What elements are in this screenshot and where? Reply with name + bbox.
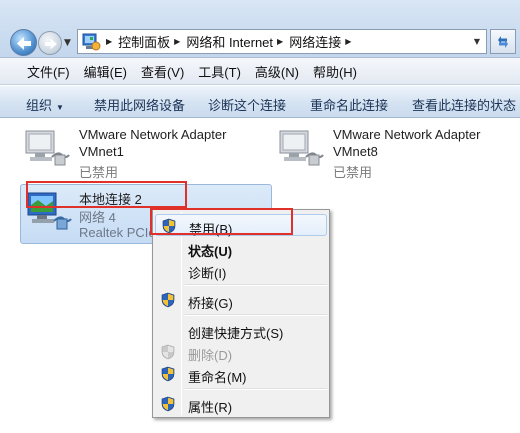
control-panel-icon xyxy=(80,31,102,53)
menu-file[interactable]: 文件(F) xyxy=(20,62,77,81)
menu-separator xyxy=(185,388,327,390)
menu-item-label: 属性(R) xyxy=(188,400,233,415)
recent-pages-dropdown[interactable]: ▼ xyxy=(64,38,71,48)
refresh-button[interactable] xyxy=(490,29,516,54)
uac-shield-icon xyxy=(161,344,175,360)
menu-item-bridge[interactable]: 桥接(G) xyxy=(155,289,327,311)
view-status-button[interactable]: 查看此连接的状态 xyxy=(412,95,516,114)
connection-name: VMware Network Adapter xyxy=(79,127,227,142)
connection-status: 已禁用 xyxy=(333,165,373,180)
connection-network: 网络 4 xyxy=(79,210,116,225)
connection-name: VMware Network Adapter xyxy=(333,127,481,142)
breadcrumb-network-connections[interactable]: 网络连接 xyxy=(289,32,341,51)
breadcrumb-separator[interactable]: ▶ xyxy=(174,37,180,46)
diagnose-button[interactable]: 诊断这个连接 xyxy=(208,95,286,114)
network-adapter-disabled-icon xyxy=(279,130,324,166)
menu-bar: 文件(F) 编辑(E) 查看(V) 工具(T) 高级(N) 帮助(H) xyxy=(0,58,520,85)
menu-item-delete: 删除(D) xyxy=(155,341,327,363)
menu-help[interactable]: 帮助(H) xyxy=(306,62,364,81)
refresh-icon xyxy=(498,35,508,48)
address-toolbar: ▼ ▶ 控制面板 ▶ 网络和 Internet ▶ 网络连接 ▶ ▼ xyxy=(0,0,520,58)
menu-item-status[interactable]: 状态(U) xyxy=(155,237,327,259)
address-history-dropdown[interactable]: ▼ xyxy=(468,30,486,53)
breadcrumb-control-panel[interactable]: 控制面板 xyxy=(118,32,170,51)
menu-edit[interactable]: 编辑(E) xyxy=(77,62,134,81)
menu-item-label: 重命名(M) xyxy=(188,370,247,385)
context-menu: 禁用(B) 状态(U) 诊断(I) 桥接(G) 创建快捷方式(S) 删除(D) xyxy=(152,209,330,418)
uac-shield-icon xyxy=(161,292,175,308)
back-button[interactable] xyxy=(10,29,37,56)
connection-adapter: Realtek PCIe xyxy=(79,225,156,240)
menu-item-label: 桥接(G) xyxy=(188,296,233,311)
menu-advanced[interactable]: 高级(N) xyxy=(248,62,306,81)
breadcrumb-separator[interactable]: ▶ xyxy=(277,37,283,46)
uac-shield-icon xyxy=(161,396,175,412)
menu-item-label: 创建快捷方式(S) xyxy=(188,326,284,341)
menu-item-label: 状态(U) xyxy=(188,244,233,259)
connection-item-vmnet8[interactable]: VMware Network Adapter VMnet8 已禁用 xyxy=(276,125,516,180)
forward-button[interactable] xyxy=(38,31,62,55)
breadcrumb-separator[interactable]: ▶ xyxy=(345,37,351,46)
uac-shield-icon xyxy=(161,366,175,382)
arrow-right-icon xyxy=(45,38,57,50)
menu-view[interactable]: 查看(V) xyxy=(134,62,191,81)
annotation-highlight-connection xyxy=(26,181,187,208)
menu-tools[interactable]: 工具(T) xyxy=(191,62,248,81)
connection-item-vmnet1[interactable]: VMware Network Adapter VMnet1 已禁用 xyxy=(22,125,262,180)
connection-sub: VMnet1 xyxy=(79,144,124,159)
menu-separator xyxy=(185,314,327,316)
rename-button[interactable]: 重命名此连接 xyxy=(310,95,388,114)
menu-item-diagnose[interactable]: 诊断(I) xyxy=(155,259,327,281)
organize-label: 组织 xyxy=(26,98,53,113)
menu-item-create-shortcut[interactable]: 创建快捷方式(S) xyxy=(155,319,327,341)
breadcrumb-separator[interactable]: ▶ xyxy=(106,37,112,46)
chevron-down-icon: ▼ xyxy=(56,103,64,112)
address-field[interactable]: ▶ 控制面板 ▶ 网络和 Internet ▶ 网络连接 ▶ ▼ xyxy=(77,29,487,54)
network-adapter-disabled-icon xyxy=(25,130,70,166)
menu-item-label: 删除(D) xyxy=(188,348,233,363)
command-bar: 组织 ▼ 禁用此网络设备 诊断这个连接 重命名此连接 查看此连接的状态 xyxy=(0,86,520,118)
disable-device-button[interactable]: 禁用此网络设备 xyxy=(94,95,185,114)
annotation-highlight-disable xyxy=(150,208,293,235)
breadcrumb-network-and-internet[interactable]: 网络和 Internet xyxy=(186,32,273,51)
menu-item-label: 诊断(I) xyxy=(188,266,227,281)
connection-status: 已禁用 xyxy=(79,165,119,180)
arrow-left-icon xyxy=(17,37,31,50)
organize-button[interactable]: 组织 ▼ xyxy=(26,95,64,114)
menu-separator xyxy=(185,284,327,286)
menu-item-properties[interactable]: 属性(R) xyxy=(155,393,327,415)
connection-sub: VMnet8 xyxy=(333,144,378,159)
menu-item-rename[interactable]: 重命名(M) xyxy=(155,363,327,385)
